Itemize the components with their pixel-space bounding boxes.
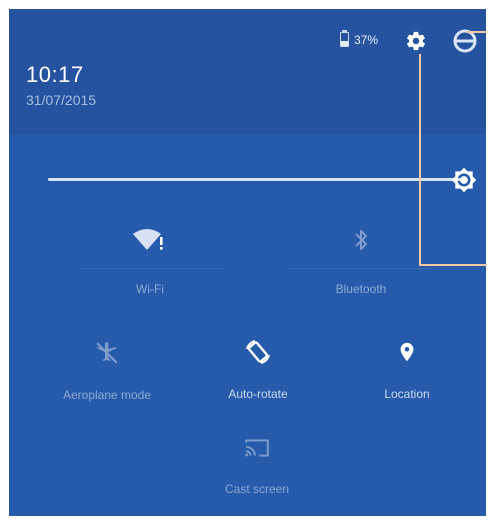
clock-time: 10:17 bbox=[26, 62, 84, 87]
wifi-icon bbox=[133, 229, 163, 250]
wifi-divider bbox=[80, 268, 222, 269]
battery-icon bbox=[340, 30, 349, 47]
bluetooth-divider bbox=[290, 268, 432, 269]
tile-airplane[interactable]: Aeroplane mode bbox=[47, 340, 167, 402]
quick-settings-panel: 10:17 31/07/2015 37% Wi-Fi Bluetooth Aer… bbox=[9, 9, 486, 516]
location-icon bbox=[400, 342, 414, 362]
tile-location-label: Location bbox=[384, 387, 430, 401]
tile-bluetooth[interactable]: Bluetooth bbox=[311, 228, 411, 296]
tile-wifi[interactable]: Wi-Fi bbox=[100, 228, 200, 296]
tile-bluetooth-label: Bluetooth bbox=[335, 282, 387, 296]
auto-rotate-icon bbox=[246, 340, 270, 364]
brightness-icon[interactable] bbox=[451, 167, 477, 193]
callout-line-settings-vertical bbox=[419, 54, 421, 266]
notification-header: 10:17 31/07/2015 37% bbox=[9, 9, 486, 134]
battery-status: 37% bbox=[340, 30, 379, 47]
tile-auto-rotate-label: Auto-rotate bbox=[228, 387, 288, 401]
clock-date: 31/07/2015 bbox=[26, 92, 97, 108]
airplane-icon bbox=[96, 342, 118, 364]
callout-line-settings-horizontal bbox=[419, 264, 487, 266]
tile-cast-screen-label: Cast screen bbox=[224, 482, 290, 496]
tile-auto-rotate[interactable]: Auto-rotate bbox=[198, 337, 318, 401]
cast-icon bbox=[245, 439, 269, 457]
tile-airplane-label: Aeroplane mode bbox=[62, 388, 152, 402]
bluetooth-icon bbox=[355, 230, 367, 250]
tile-wifi-label: Wi-Fi bbox=[136, 282, 164, 296]
tile-location[interactable]: Location bbox=[347, 339, 467, 401]
callout-line-account bbox=[466, 31, 487, 33]
brightness-slider-track[interactable] bbox=[48, 178, 462, 181]
gear-icon[interactable] bbox=[405, 30, 427, 52]
tile-cast-screen[interactable]: Cast screen bbox=[197, 437, 317, 496]
battery-percent: 37% bbox=[354, 32, 379, 47]
